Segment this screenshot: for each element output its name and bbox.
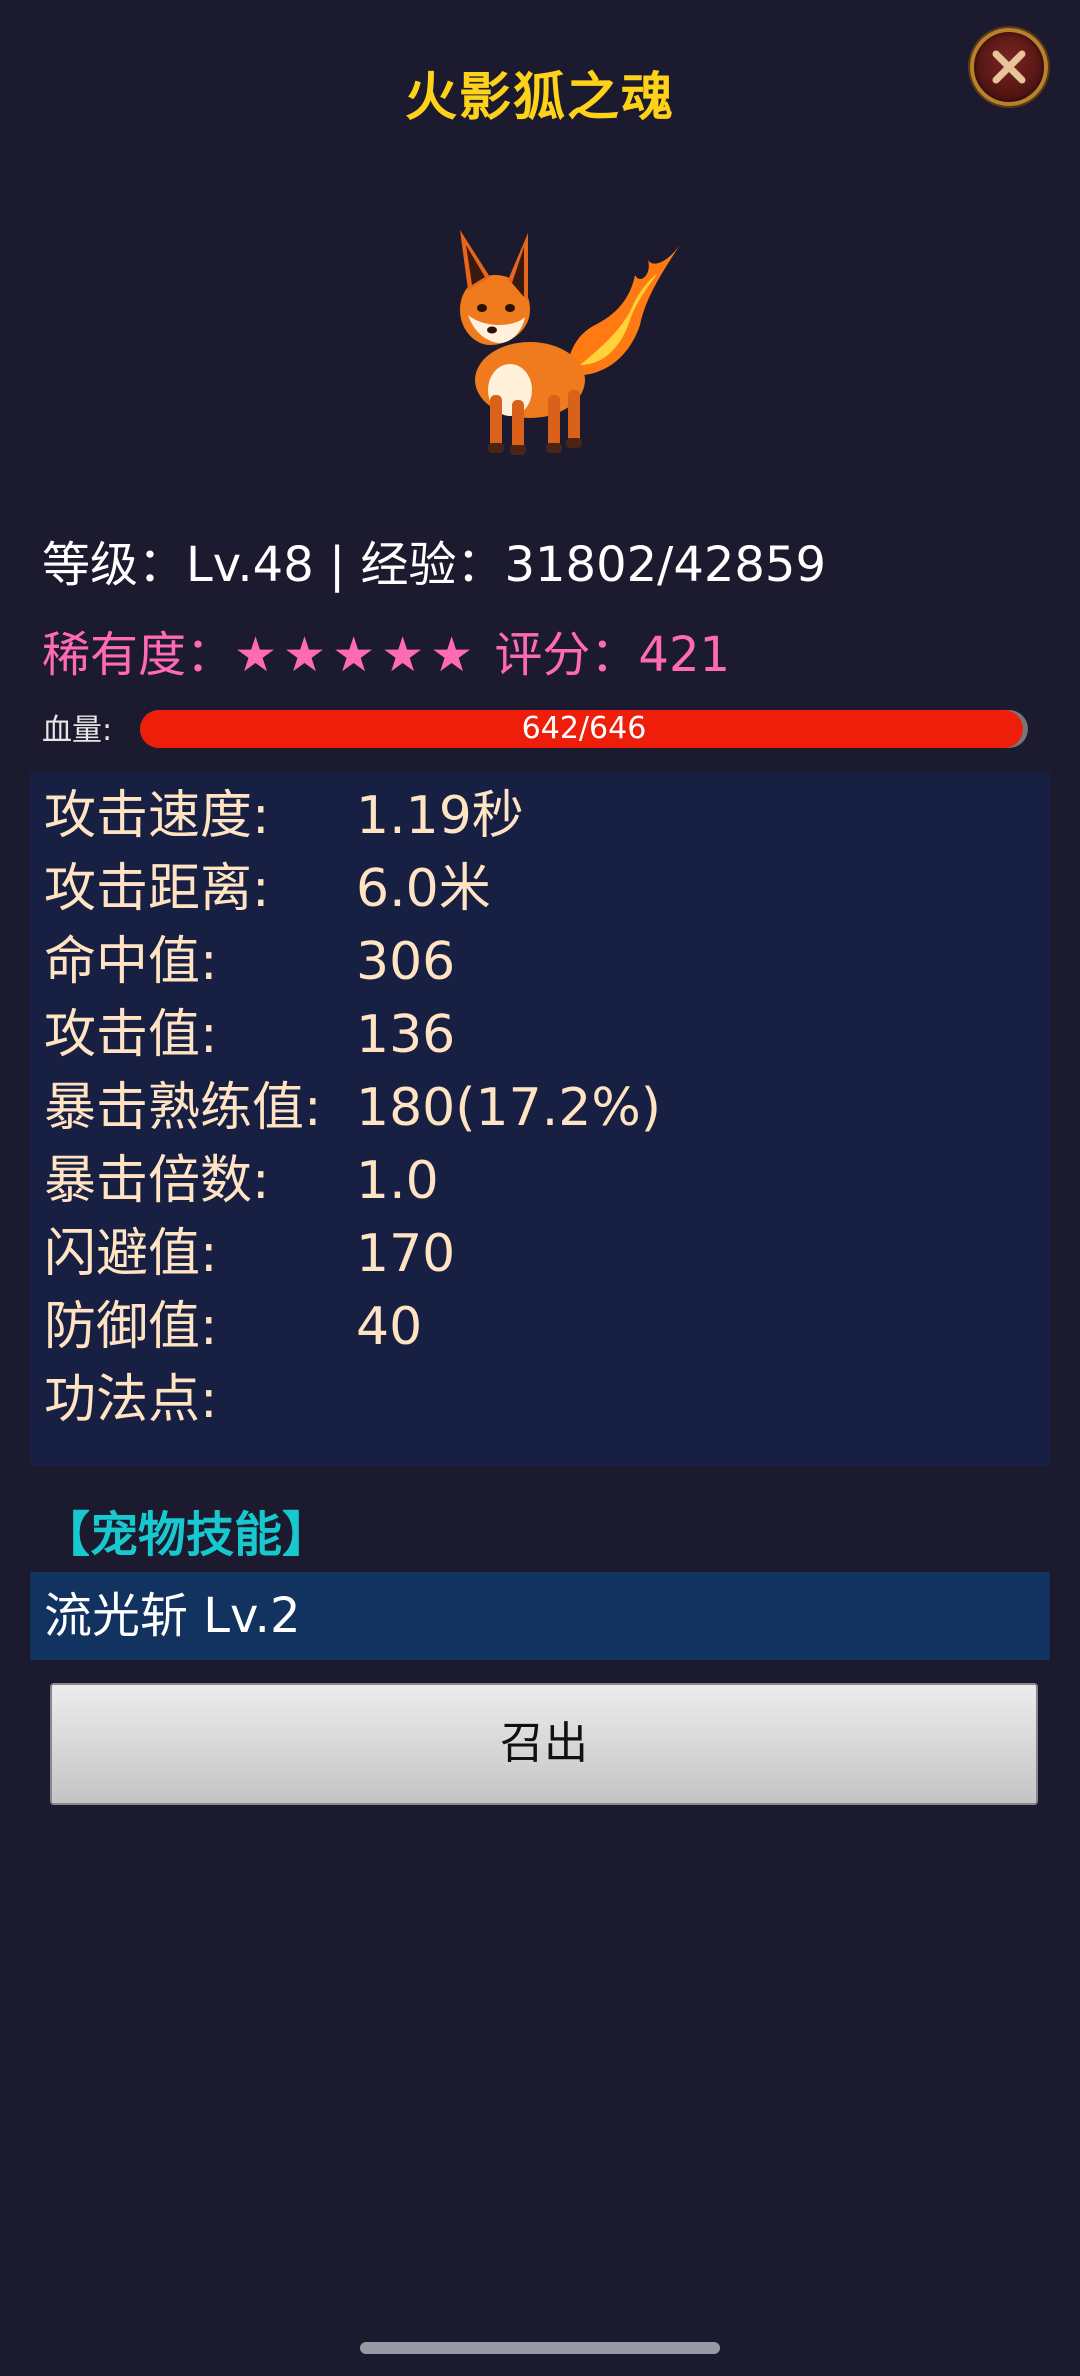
stat-value: 6.0米	[356, 859, 491, 919]
stat-label: 命中值:	[44, 932, 218, 992]
stat-row-crit-mastery: 暴击熟练值: 180(17.2%)	[44, 1072, 661, 1145]
home-indicator	[360, 2342, 720, 2354]
stat-value: 170	[356, 1224, 456, 1284]
stat-row-dodge: 闪避值: 170	[44, 1218, 455, 1291]
stat-value: 40	[356, 1297, 423, 1357]
close-button[interactable]	[970, 28, 1048, 106]
score-text: 评分：421	[479, 627, 731, 683]
stat-row-accuracy: 命中值: 306	[44, 926, 455, 999]
stat-label: 闪避值:	[44, 1224, 218, 1284]
stat-row-skill-points: 功法点:	[44, 1364, 356, 1437]
stat-value: 1.0	[356, 1151, 439, 1211]
pet-skills-header: 【宠物技能】	[42, 1507, 331, 1563]
stat-row-crit-multiplier: 暴击倍数: 1.0	[44, 1145, 439, 1218]
stat-row-attack: 攻击值: 136	[44, 999, 455, 1072]
hp-label: 血量:	[42, 713, 113, 748]
stat-label: 暴击熟练值:	[44, 1078, 322, 1138]
stat-label: 攻击值:	[44, 1005, 218, 1065]
level-experience-text: 等级：Lv.48 | 经验：31802/42859	[42, 537, 827, 593]
hp-value: 642/646	[521, 711, 647, 746]
rarity-label: 稀有度：	[42, 627, 235, 683]
hp-bar: 642/646	[140, 710, 1028, 748]
close-icon	[992, 50, 1026, 84]
stat-label: 功法点:	[44, 1370, 218, 1430]
stat-row-attack-speed: 攻击速度: 1.19秒	[44, 780, 524, 853]
stat-label: 攻击速度:	[44, 786, 270, 846]
pet-name-title: 火影狐之魂	[404, 68, 675, 128]
stat-row-defense: 防御值: 40	[44, 1291, 422, 1364]
rarity-stars: ★★★★★	[234, 627, 480, 683]
stats-panel: 攻击速度: 1.19秒 攻击距离: 6.0米 命中值: 306 攻击值: 136 暴击熟…	[30, 772, 1050, 1466]
skill-item[interactable]: 流光斩 Lv.2	[30, 1572, 1050, 1660]
fire-fox-icon	[390, 205, 690, 465]
summon-button[interactable]: 召出	[50, 1683, 1038, 1805]
rarity-score-line: 稀有度：★★★★★ 评分：421	[42, 615, 730, 685]
stat-row-attack-range: 攻击距离: 6.0米	[44, 853, 491, 926]
stat-value: 180(17.2%)	[356, 1078, 662, 1138]
stat-value: 1.19秒	[356, 786, 524, 846]
stat-value: 306	[356, 932, 456, 992]
stat-label: 暴击倍数:	[44, 1151, 270, 1211]
stat-label: 攻击距离:	[44, 859, 270, 919]
stat-label: 防御值:	[44, 1297, 218, 1357]
stat-value: 136	[356, 1005, 456, 1065]
